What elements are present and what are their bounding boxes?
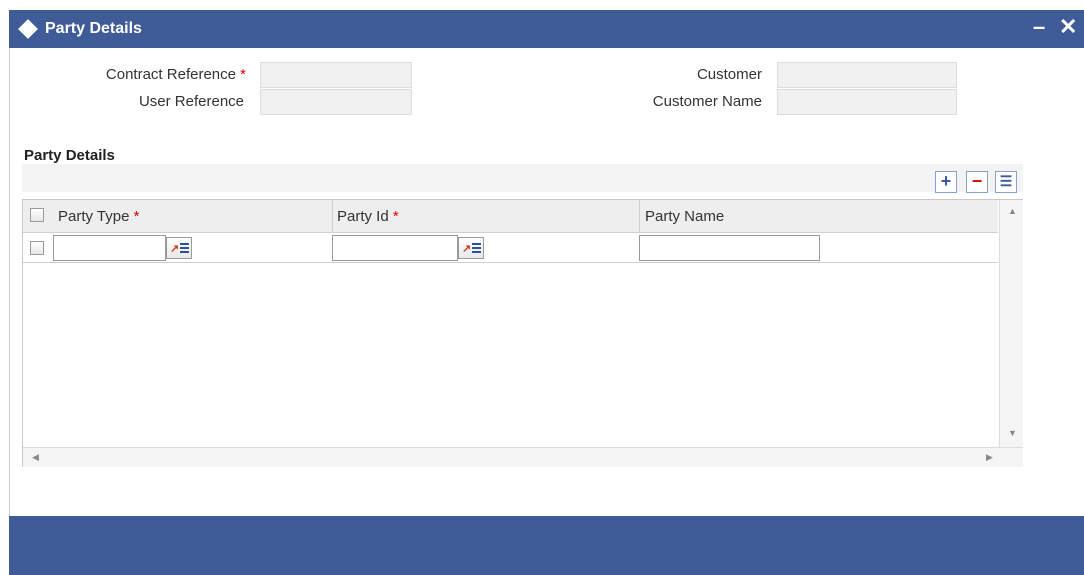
party-type-lov-button[interactable]: ↗ — [166, 237, 192, 259]
party-details-grid: Party Type * Party Id * Party Name ↗ ↗ ▲… — [22, 199, 1023, 467]
party-type-input[interactable] — [53, 235, 166, 261]
contract-reference-field[interactable] — [260, 62, 412, 88]
horizontal-scrollbar[interactable]: ◀ ▶ — [23, 447, 1023, 467]
arrow-icon: ↗ — [170, 243, 180, 255]
window-title-bar: Party Details – ✕ — [9, 10, 1084, 48]
customer-label: Customer — [696, 66, 762, 83]
row-checkbox[interactable] — [30, 241, 44, 255]
table-row: ↗ ↗ — [23, 233, 998, 263]
footer-bar — [9, 516, 1084, 575]
minimize-button[interactable]: – — [1033, 14, 1045, 40]
delete-row-button[interactable]: − — [966, 171, 988, 193]
user-reference-field[interactable] — [260, 89, 412, 115]
grid-header: Party Type * Party Id * Party Name — [23, 200, 998, 233]
customer-name-field[interactable] — [777, 89, 957, 115]
list-icon — [472, 243, 481, 254]
add-row-button[interactable]: + — [935, 171, 957, 193]
vertical-scrollbar[interactable]: ▲ ▼ — [999, 200, 1023, 447]
column-header-party-name: Party Name — [645, 208, 725, 225]
scroll-left-icon[interactable]: ◀ — [32, 452, 39, 463]
column-separator — [332, 200, 333, 233]
column-header-party-type: Party Type * — [58, 208, 140, 225]
party-name-input[interactable] — [639, 235, 820, 261]
scroll-up-icon[interactable]: ▲ — [1008, 206, 1017, 216]
single-view-button[interactable]: ☰ — [995, 171, 1017, 193]
customer-field[interactable] — [777, 62, 957, 88]
scroll-right-icon[interactable]: ▶ — [986, 452, 993, 463]
column-header-party-id: Party Id * — [337, 208, 399, 225]
user-reference-label: User Reference — [138, 93, 244, 110]
section-title: Party Details — [24, 147, 115, 164]
arrow-icon: ↗ — [462, 243, 472, 255]
party-id-input[interactable] — [332, 235, 458, 261]
scroll-down-icon[interactable]: ▼ — [1008, 428, 1017, 438]
select-all-checkbox[interactable] — [30, 208, 44, 222]
party-id-lov-button[interactable]: ↗ — [458, 237, 484, 259]
list-icon — [180, 243, 189, 254]
customer-name-label: Customer Name — [652, 93, 762, 110]
column-separator — [639, 200, 640, 233]
required-marker: * — [240, 66, 246, 83]
contract-reference-label: Contract Reference * — [105, 66, 246, 83]
diamond-icon — [18, 19, 38, 39]
close-button[interactable]: ✕ — [1059, 14, 1077, 40]
section-band — [22, 164, 1023, 192]
window-title: Party Details — [45, 20, 142, 37]
